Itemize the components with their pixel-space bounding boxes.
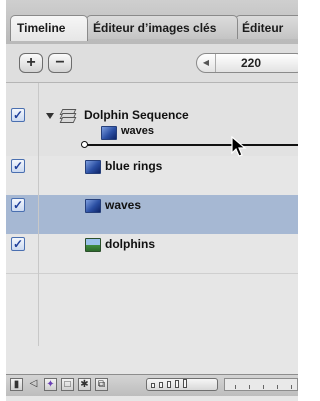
keyframe-toggle-icon[interactable]: ✦ <box>44 378 57 391</box>
image-icon <box>85 238 101 252</box>
video-clip-icon <box>101 126 117 140</box>
layer-row-blue-rings[interactable]: ✓ blue rings <box>6 156 298 196</box>
layer-name: waves <box>105 198 142 212</box>
add-layer-button[interactable]: + <box>19 53 43 73</box>
child-layer-name: waves <box>121 125 155 137</box>
layer-name: Dolphin Sequence <box>84 108 189 122</box>
zoom-slider[interactable] <box>146 378 218 391</box>
timeline-toolbar: + − ◀ 220 <box>6 44 298 83</box>
empty-list-area <box>6 273 298 346</box>
layer-enable-checkbox[interactable]: ✓ <box>11 198 25 212</box>
layer-row-dolphins[interactable]: ✓ dolphins <box>6 234 298 274</box>
tab-timeline[interactable]: Timeline <box>10 15 88 41</box>
video-track-toggle-icon[interactable]: ▮ <box>10 378 23 391</box>
video-clip-icon <box>85 160 101 174</box>
timeline-window: Éditeur d’images clés Éditeur Timeline +… <box>6 0 298 401</box>
video-clip-icon <box>85 199 101 213</box>
disclosure-triangle-icon[interactable] <box>46 113 54 119</box>
checkbox-column <box>6 273 39 346</box>
layer-name: dolphins <box>105 237 155 251</box>
gear-icon[interactable]: ✱ <box>78 378 91 391</box>
group-layers-icon <box>59 109 79 125</box>
current-time-value: 220 <box>241 56 262 70</box>
audio-toggle-icon[interactable]: ◁ <box>27 378 40 391</box>
layer-row-waves[interactable]: ✓ waves <box>6 195 298 235</box>
tab-bar: Éditeur d’images clés Éditeur Timeline <box>6 0 298 45</box>
timeline-ruler[interactable] <box>224 378 298 391</box>
drop-insertion-line <box>85 144 298 146</box>
region-toggle-icon[interactable]: □ <box>61 378 74 391</box>
layer-enable-checkbox[interactable]: ✓ <box>11 237 25 251</box>
mouse-pointer-icon <box>231 136 247 157</box>
bottom-toolbar: ▮ ◁ ✦ □ ✱ ⧉ <box>6 374 298 396</box>
remove-layer-button[interactable]: − <box>48 53 72 73</box>
layer-enable-checkbox[interactable]: ✓ <box>11 108 25 122</box>
layer-list: ✓ Dolphin Sequence waves ✓ blue rings ✓ … <box>6 83 298 346</box>
time-decrement-icon[interactable]: ◀ <box>197 54 216 72</box>
drop-insertion-marker <box>81 141 88 148</box>
layer-name: blue rings <box>105 159 163 173</box>
layers-toggle-icon[interactable]: ⧉ <box>95 378 108 391</box>
tab-editor[interactable]: Éditeur <box>235 15 298 39</box>
tab-keyframe-editor[interactable]: Éditeur d’images clés <box>86 15 238 39</box>
current-time-field[interactable]: ◀ 220 <box>196 53 298 73</box>
layer-enable-checkbox[interactable]: ✓ <box>11 159 25 173</box>
